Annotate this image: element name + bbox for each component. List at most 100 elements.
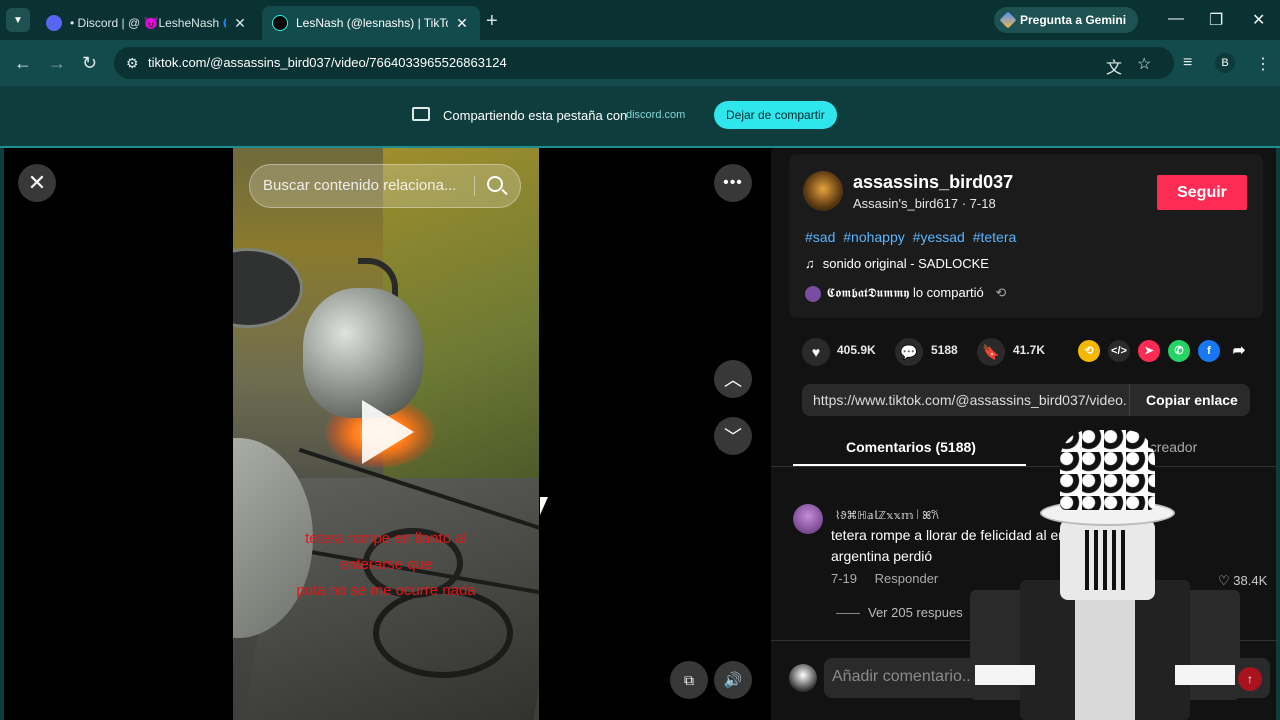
share-arrow-icon[interactable]: ➦ — [1228, 340, 1250, 362]
window-close-button[interactable]: ✕ — [1252, 10, 1265, 30]
video-caption: tetera rompe en llanto al enterarse que … — [243, 526, 529, 604]
tiktok-favicon-icon — [272, 15, 288, 31]
play-icon[interactable] — [362, 400, 414, 464]
character-face — [1085, 530, 1130, 590]
divider — [1129, 384, 1130, 416]
mouse-cursor-icon — [540, 497, 548, 515]
view-replies-button[interactable]: Ver 205 respues — [836, 605, 963, 620]
share-link-url[interactable]: https://www.tiktok.com/@assassins_bird03… — [813, 392, 1127, 408]
save-button[interactable]: 🔖 — [977, 338, 1005, 366]
bookmark-icon: 🔖 — [982, 343, 1000, 360]
creator-subline: Assasin's_bird617 · 7-18 — [853, 196, 996, 211]
pip-button[interactable]: ⧉ — [670, 661, 708, 699]
reload-icon[interactable]: ↻ — [82, 53, 97, 74]
discord-favicon-icon — [46, 15, 62, 31]
save-count: 41.7K — [1013, 343, 1046, 357]
video-kettle — [303, 288, 423, 418]
tab-comments[interactable]: Comentarios (5188) — [846, 439, 976, 455]
creator-username[interactable]: assassins_bird037 — [853, 172, 1013, 193]
minimize-button[interactable]: — — [1168, 10, 1184, 28]
shared-by-text: 𝕮𝖔𝖒𝖇𝖆𝖙𝕯𝖚𝖒𝖒𝖞 lo compartió — [826, 285, 984, 300]
whatsapp-icon[interactable]: ✆ — [1168, 340, 1190, 362]
url-text: tiktok.com/@assassins_bird037/video/7664… — [148, 55, 507, 70]
sound-title: sonido original - SADLOCKE — [822, 256, 989, 271]
caption-line: puta no se me ocurre nada — [296, 582, 476, 599]
stop-sharing-button[interactable]: Dejar de compartir — [714, 101, 837, 129]
copy-link-button[interactable]: Copiar enlace — [1146, 392, 1238, 408]
video-pot — [233, 248, 303, 328]
comment-icon: 💬 — [900, 343, 918, 360]
facebook-icon[interactable]: f — [1198, 340, 1220, 362]
profile-avatar[interactable]: B — [1215, 53, 1235, 73]
send-to-friends-icon[interactable]: ➤ — [1138, 340, 1160, 362]
comment-count: 5188 — [931, 343, 958, 357]
search-placeholder: Buscar contenido relaciona... — [263, 177, 457, 194]
volume-button[interactable]: 🔊 — [714, 661, 752, 699]
previous-video-button[interactable]: ︿ — [714, 360, 752, 398]
close-icon: ✕ — [27, 170, 47, 195]
address-bar[interactable]: ⚙ tiktok.com/@assassins_bird037/video/76… — [114, 47, 1174, 79]
like-count: 405.9K — [837, 343, 876, 357]
caption-line: enterarse que — [339, 556, 433, 573]
commenter-avatar[interactable] — [793, 504, 823, 534]
bookmark-star-icon[interactable]: ☆ — [1137, 54, 1151, 74]
search-divider — [474, 176, 475, 196]
hashtag-link[interactable]: #sad — [805, 229, 835, 245]
sharing-text: Compartiendo esta pestaña con — [443, 108, 628, 123]
sharing-domain: discord.com — [626, 109, 686, 121]
comment-date: 7-19 — [831, 571, 858, 586]
restore-button[interactable]: ❐ — [1209, 10, 1223, 30]
new-tab-button[interactable]: + — [486, 10, 498, 33]
character-glove — [975, 665, 1035, 685]
translate-icon[interactable]: 文 — [1106, 54, 1122, 78]
gemini-label: Pregunta a Gemini — [1020, 13, 1127, 27]
close-icon[interactable]: ✕ — [232, 15, 248, 32]
repost-share-icon[interactable]: ⟲ — [1078, 340, 1100, 362]
chevron-up-icon: ︿ — [724, 370, 742, 390]
chevron-down-icon: ﹀ — [724, 427, 742, 447]
tab-title: • Discord | @ 😈LesheNash 🌀 — [70, 16, 226, 30]
gemini-button[interactable]: Pregunta a Gemini — [994, 7, 1139, 33]
creator-avatar[interactable] — [803, 171, 843, 211]
my-avatar — [789, 664, 817, 692]
follow-button[interactable]: Seguir — [1157, 175, 1247, 210]
tab-search-button[interactable]: ▼ — [6, 8, 30, 32]
back-icon[interactable]: ← — [14, 53, 32, 74]
search-icon[interactable] — [487, 176, 503, 192]
sound-link[interactable]: ♫ sonido original - SADLOCKE — [805, 256, 989, 271]
tab-strip: ▼ • Discord | @ 😈LesheNash 🌀 ✕ LesNash (… — [0, 0, 1280, 40]
embed-icon[interactable]: </> — [1108, 340, 1130, 362]
screen-share-icon — [412, 107, 430, 121]
next-video-button[interactable]: ﹀ — [714, 417, 752, 455]
tab-discord[interactable]: • Discord | @ 😈LesheNash 🌀 ✕ — [36, 6, 258, 40]
reply-button[interactable]: Responder — [875, 571, 939, 586]
site-info-icon[interactable]: ⚙ — [126, 55, 139, 72]
commenter-username[interactable]: ⌇ϑ⌘ℍ𝕒𝕝ℤ𝕩𝕩𝕞꒐ꕤ𐙚 — [835, 507, 939, 523]
forward-icon[interactable]: → — [48, 53, 66, 74]
like-button[interactable]: ♥ — [802, 338, 830, 366]
hashtag-link[interactable]: #nohappy — [843, 229, 905, 245]
reading-list-icon[interactable]: ≡ — [1183, 54, 1192, 72]
add-comment-placeholder: Añadir comentario... — [832, 668, 976, 685]
more-icon: ••• — [723, 174, 743, 191]
tab-tiktok[interactable]: LesNash (@lesnashs) | TikTok ✕ — [262, 6, 480, 40]
sharer-avatar — [805, 285, 821, 302]
hashtag-list: #sad #nohappy #yessad #tetera — [805, 229, 1020, 245]
hashtag-link[interactable]: #yessad — [913, 229, 965, 245]
gemini-sparkle-icon — [999, 11, 1017, 29]
more-vert-icon[interactable]: ⋮ — [1255, 54, 1271, 74]
character-shirt — [1075, 590, 1135, 720]
hashtag-link[interactable]: #tetera — [973, 229, 1017, 245]
character-hat — [1060, 430, 1155, 510]
close-video-button[interactable]: ✕ — [18, 164, 56, 202]
comment-meta: 7-19 Responder — [831, 571, 952, 586]
volume-icon: 🔊 — [723, 672, 743, 689]
roblox-character-overlay — [960, 420, 1240, 720]
caption-line: tetera rompe en llanto al — [305, 530, 467, 547]
close-icon[interactable]: ✕ — [454, 15, 470, 32]
more-options-button[interactable]: ••• — [714, 164, 752, 202]
chevron-down-icon: ▼ — [13, 14, 23, 26]
comment-button[interactable]: 💬 — [895, 338, 923, 366]
send-comment-button[interactable]: ↑ — [1238, 667, 1262, 691]
repost-icon: ⟲ — [995, 285, 1007, 300]
